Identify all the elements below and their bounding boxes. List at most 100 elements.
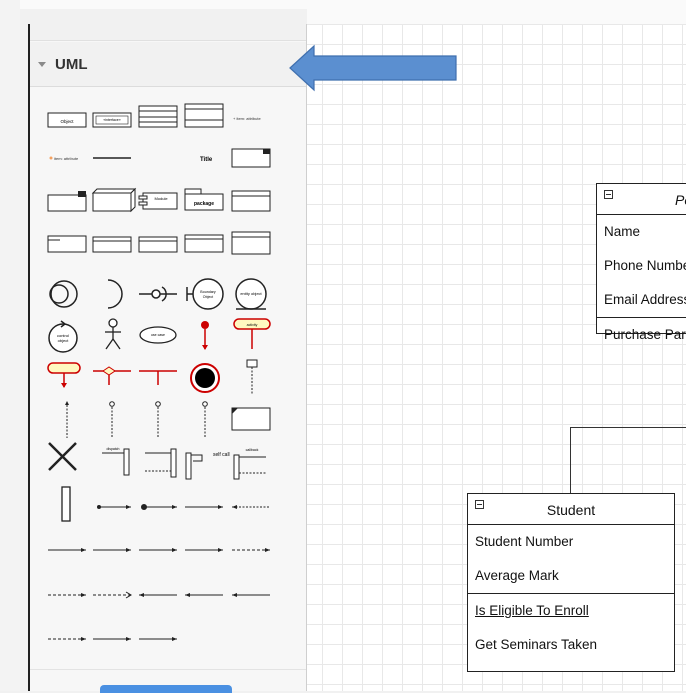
svg-text:callback: callback	[246, 448, 259, 452]
lifeline-shape[interactable]	[246, 359, 258, 395]
dispatch-shape[interactable]: dispatch	[102, 447, 130, 476]
use-case-shape[interactable]: use case	[139, 326, 177, 344]
message-row-7[interactable]	[93, 591, 132, 599]
frame-5-shape[interactable]	[184, 234, 224, 253]
message-row-4[interactable]	[185, 548, 223, 552]
svg-text:Module: Module	[154, 196, 168, 201]
activation-shape[interactable]	[61, 486, 71, 522]
fork-shape[interactable]	[139, 370, 177, 385]
frame-2-shape[interactable]	[47, 235, 87, 253]
item-attribute-2-shape[interactable]: item: attribute	[49, 156, 80, 161]
message-row-11[interactable]	[48, 637, 86, 641]
diagram-canvas[interactable]: Person Name Phone Number Email Address P…	[307, 24, 686, 691]
item-attribute-shape[interactable]: + item: attribute	[233, 116, 261, 121]
frame-shape[interactable]	[231, 148, 271, 168]
student-method-seminars[interactable]: Get Seminars Taken	[468, 628, 674, 662]
window-left-margin	[0, 0, 20, 691]
svg-text:Boundary: Boundary	[200, 290, 216, 294]
final-state-shape[interactable]	[190, 363, 220, 393]
svg-text:package: package	[194, 201, 214, 207]
destroy-shape[interactable]	[48, 442, 77, 471]
collapse-icon[interactable]	[604, 190, 613, 199]
left-arrow-annotation	[289, 44, 457, 92]
sidebar-prev-section[interactable]	[30, 24, 306, 41]
provided-interface-shape[interactable]	[49, 280, 78, 308]
frame-4-shape[interactable]	[138, 236, 178, 253]
node-shape[interactable]	[91, 187, 137, 213]
required-interface-shape[interactable]	[107, 279, 123, 309]
student-class-header[interactable]: Student	[468, 494, 674, 525]
message-row-1[interactable]	[48, 548, 86, 552]
svg-text:item: attribute: item: attribute	[54, 156, 79, 161]
svg-text:Object: Object	[203, 295, 213, 299]
person-class-header[interactable]: Person	[597, 184, 686, 215]
person-method-purchase[interactable]: Purchase Parking Pass	[597, 318, 686, 352]
sync-message-shape[interactable]	[141, 504, 177, 510]
message-row-12[interactable]	[93, 637, 131, 641]
activity-shape[interactable]: activity	[233, 318, 271, 349]
package-shape[interactable]: package	[184, 188, 224, 211]
interface-shape[interactable]: «interface»	[92, 112, 132, 128]
boundary-object-shape[interactable]: Boundary Object	[186, 278, 224, 310]
message-row-3[interactable]	[139, 548, 177, 552]
self-call-shape[interactable]: self call	[185, 452, 230, 480]
class-attributes-shape[interactable]	[231, 190, 271, 212]
message-row-13[interactable]	[139, 637, 177, 641]
frame-6-shape[interactable]	[231, 231, 271, 255]
svg-text:use case: use case	[151, 333, 165, 337]
svg-text:+ item: attribute: + item: attribute	[233, 116, 261, 121]
lollipop-shape[interactable]	[139, 286, 177, 302]
return-shape[interactable]	[145, 448, 177, 478]
component-shape[interactable]	[47, 191, 87, 212]
sidebar-separator	[30, 669, 306, 670]
dispatch-message-shape[interactable]	[185, 505, 223, 509]
entity-object-shape[interactable]: entity object	[235, 278, 267, 310]
lifeline-4-shape[interactable]	[155, 401, 161, 438]
person-attribute-name[interactable]: Name	[597, 215, 686, 249]
svg-text:Object: Object	[60, 119, 74, 124]
module-shape[interactable]: Module	[138, 192, 178, 210]
chevron-down-icon[interactable]	[38, 61, 46, 67]
message-row-2[interactable]	[93, 548, 131, 552]
class-shape[interactable]	[138, 105, 178, 128]
async-message-shape[interactable]	[97, 505, 131, 509]
control-object-shape[interactable]: control object	[48, 320, 78, 353]
lifeline-2-shape[interactable]	[65, 401, 69, 438]
student-attribute-number[interactable]: Student Number	[468, 525, 674, 559]
lifeline-3-shape[interactable]	[109, 401, 115, 438]
decision-shape[interactable]	[93, 366, 131, 385]
top-bar	[0, 0, 686, 9]
message-row-10[interactable]	[232, 593, 270, 597]
svg-text:object: object	[58, 338, 70, 343]
return-message-shape[interactable]	[232, 505, 270, 509]
message-row-8[interactable]	[139, 593, 177, 597]
inheritance-connector[interactable]	[570, 427, 686, 494]
frame-3-shape[interactable]	[92, 236, 132, 253]
title-shape[interactable]: Title	[200, 157, 213, 163]
more-shapes-button[interactable]	[100, 685, 232, 693]
student-class[interactable]: Student Student Number Average Mark Is E…	[467, 493, 675, 672]
svg-text:dispatch: dispatch	[106, 447, 119, 451]
initial-state-shape[interactable]	[201, 321, 209, 350]
class-2-shape[interactable]	[184, 103, 224, 128]
uml-section-header[interactable]: UML	[30, 42, 306, 87]
student-class-name: Student	[546, 502, 596, 518]
object-shape[interactable]: Object	[47, 112, 87, 128]
canvas-top-strip	[307, 9, 686, 24]
message-row-9[interactable]	[185, 593, 223, 597]
note-shape[interactable]	[231, 407, 271, 431]
callback-shape[interactable]: callback	[233, 448, 266, 480]
svg-text:«interface»: «interface»	[103, 118, 120, 122]
person-class[interactable]: Person Name Phone Number Email Address P…	[596, 183, 686, 342]
actor-shape[interactable]	[105, 318, 121, 350]
person-attribute-phone[interactable]: Phone Number	[597, 249, 686, 283]
person-attribute-email[interactable]: Email Address	[597, 283, 686, 317]
student-attribute-average[interactable]: Average Mark	[468, 559, 674, 593]
lifeline-5-shape[interactable]	[202, 401, 208, 438]
svg-text:activity: activity	[247, 323, 258, 327]
svg-text:entity object: entity object	[240, 291, 262, 296]
message-row-5[interactable]	[232, 548, 270, 552]
message-row-6[interactable]	[48, 593, 86, 597]
student-method-eligible[interactable]: Is Eligible To Enroll	[468, 594, 674, 628]
subactivity-shape[interactable]	[47, 362, 81, 388]
